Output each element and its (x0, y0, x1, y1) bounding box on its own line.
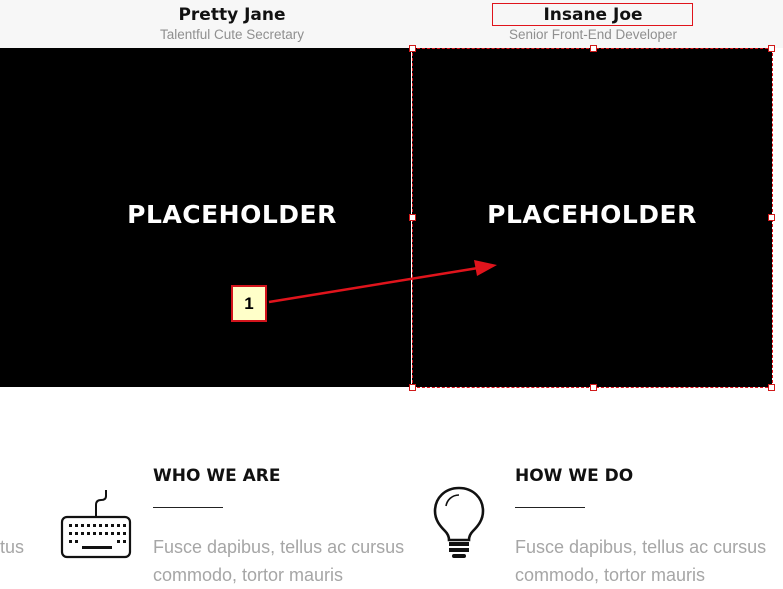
lightbulb-icon (433, 486, 485, 558)
keyboard-icon (60, 490, 132, 559)
feature-divider (153, 507, 223, 508)
annotation-callout: 1 (231, 285, 267, 322)
feature-text: Fusce dapibus, tellus ac cursus commodo,… (515, 537, 767, 585)
feature-text-fragment: tus (0, 537, 25, 557)
feature-divider (515, 507, 585, 508)
feature-text: Fusce dapibus, tellus ac cursus commodo,… (153, 537, 405, 585)
annotation-arrow (268, 260, 497, 304)
feature-title-who-we-are: WHO WE ARE (153, 466, 281, 486)
feature-title-how-we-do: HOW WE DO (515, 466, 634, 486)
